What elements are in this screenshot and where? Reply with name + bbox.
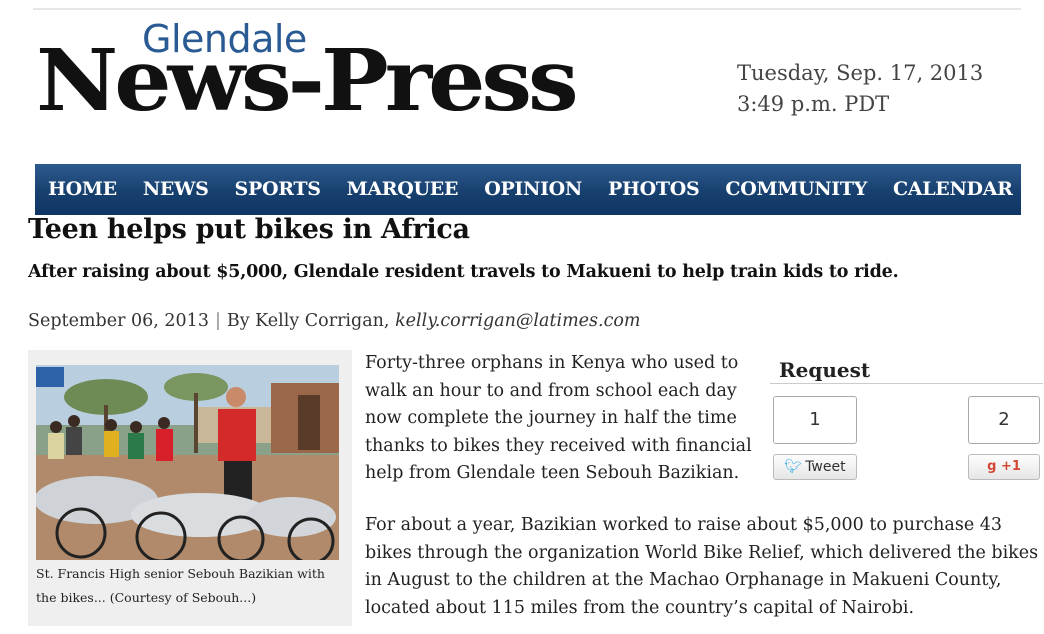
- nav-community[interactable]: COMMUNITY: [725, 164, 867, 215]
- current-time: 3:49 p.m. PDT: [737, 92, 890, 116]
- byline: September 06, 2013 | By Kelly Corrigan, ke…: [28, 311, 641, 331]
- author-name: By Kelly Corrigan,: [226, 311, 390, 331]
- article-photo[interactable]: [36, 365, 339, 560]
- twitter-bird-icon: 🐦︎: [784, 459, 803, 475]
- nav-photos[interactable]: PHOTOS: [608, 164, 700, 215]
- nav-home[interactable]: HOME: [48, 164, 117, 215]
- gplus-button-label: +1: [1000, 459, 1021, 474]
- article-date: September 06, 2013: [28, 311, 209, 331]
- nav-opinion[interactable]: OPINION: [484, 164, 582, 215]
- main-nav: HOME NEWS SPORTS MARQUEE OPINION PHOTOS COMMUN…: [35, 164, 1021, 215]
- dateline: Tuesday, Sep. 17, 2013 3:49 p.m. PDT: [737, 58, 983, 120]
- nav-calendar[interactable]: CALENDAR: [893, 164, 1013, 215]
- share-widget: Request 1 🐦︎ Tweet 2 g +1: [770, 356, 1043, 490]
- photo-caption: St. Francis High senior Sebouh Bazikian …: [36, 566, 325, 605]
- tweet-count-bubble: 1: [773, 396, 857, 444]
- logo-news-press[interactable]: News-Press: [36, 38, 579, 124]
- nav-sports[interactable]: SPORTS: [235, 164, 321, 215]
- nav-news[interactable]: NEWS: [143, 164, 209, 215]
- current-date: Tuesday, Sep. 17, 2013: [737, 61, 984, 85]
- article-headline: Teen helps put bikes in Africa: [28, 214, 470, 245]
- top-divider: [33, 8, 1021, 10]
- article-paragraph-1: Forty-three orphans in Kenya who used to…: [365, 353, 752, 483]
- byline-separator: |: [214, 311, 221, 331]
- google-plus-icon: g: [987, 459, 997, 474]
- share-widget-title: Request: [779, 358, 871, 382]
- photo-container: St. Francis High senior Sebouh Bazikian …: [28, 350, 352, 626]
- gplus-count-bubble: 2: [968, 396, 1040, 444]
- tweet-button[interactable]: 🐦︎ Tweet: [773, 454, 857, 480]
- share-widget-divider: [770, 383, 1043, 384]
- author-email-link[interactable]: kelly.corrigan@latimes.com: [395, 311, 640, 331]
- article-subhead: After raising about $5,000, Glendale res…: [28, 262, 899, 282]
- gplus-button[interactable]: g +1: [968, 454, 1040, 480]
- nav-marquee[interactable]: MARQUEE: [347, 164, 459, 215]
- article-paragraph-2: For about a year, Bazikian worked to rai…: [365, 515, 1039, 618]
- tweet-button-label: Tweet: [805, 459, 846, 475]
